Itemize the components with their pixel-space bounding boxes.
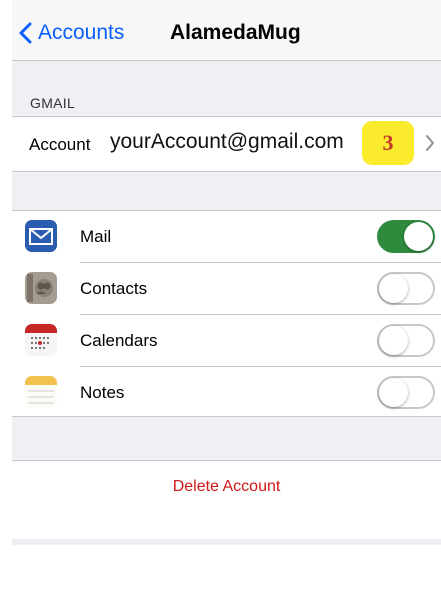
toggle-notes[interactable]	[377, 376, 435, 409]
delete-account-button[interactable]: Delete Account	[12, 478, 441, 496]
service-label-contacts: Contacts	[80, 279, 148, 298]
toggle-calendars[interactable]	[377, 324, 435, 357]
back-label: Accounts	[38, 21, 125, 44]
service-label-notes: Notes	[80, 383, 125, 402]
contacts-icon	[25, 272, 57, 304]
service-row-notes: Notes	[12, 367, 441, 419]
notes-icon	[25, 376, 57, 408]
section-spacer-top	[12, 61, 441, 116]
section-spacer-bottom	[12, 539, 441, 545]
calendar-icon	[25, 324, 57, 356]
delete-account-row[interactable]: Delete Account	[12, 460, 441, 540]
toggle-contacts[interactable]	[377, 272, 435, 305]
services-list: Mail Contacts Calendars Notes	[12, 210, 441, 417]
account-email: yourAccount@gmail.com	[110, 130, 344, 153]
section-spacer-2	[12, 417, 441, 460]
account-row[interactable]: Account yourAccount@gmail.com 3	[12, 116, 441, 172]
page-title: AlamedaMug	[170, 21, 301, 44]
service-label-calendars: Calendars	[80, 331, 158, 350]
chevron-left-icon	[19, 22, 32, 44]
service-label-mail: Mail	[80, 227, 112, 246]
mail-icon	[25, 220, 57, 252]
service-row-contacts: Contacts	[12, 263, 441, 315]
back-button[interactable]: Accounts	[18, 18, 124, 48]
section-header-gmail: GMAIL	[30, 95, 76, 111]
service-row-calendars: Calendars	[12, 315, 441, 367]
service-row-mail: Mail	[12, 211, 441, 263]
toggle-mail[interactable]	[377, 220, 435, 253]
account-label: Account	[29, 135, 91, 154]
step-badge: 3	[362, 121, 414, 165]
nav-bar: Accounts AlamedaMug	[12, 0, 441, 61]
chevron-right-icon	[426, 135, 434, 151]
section-spacer	[12, 172, 441, 210]
